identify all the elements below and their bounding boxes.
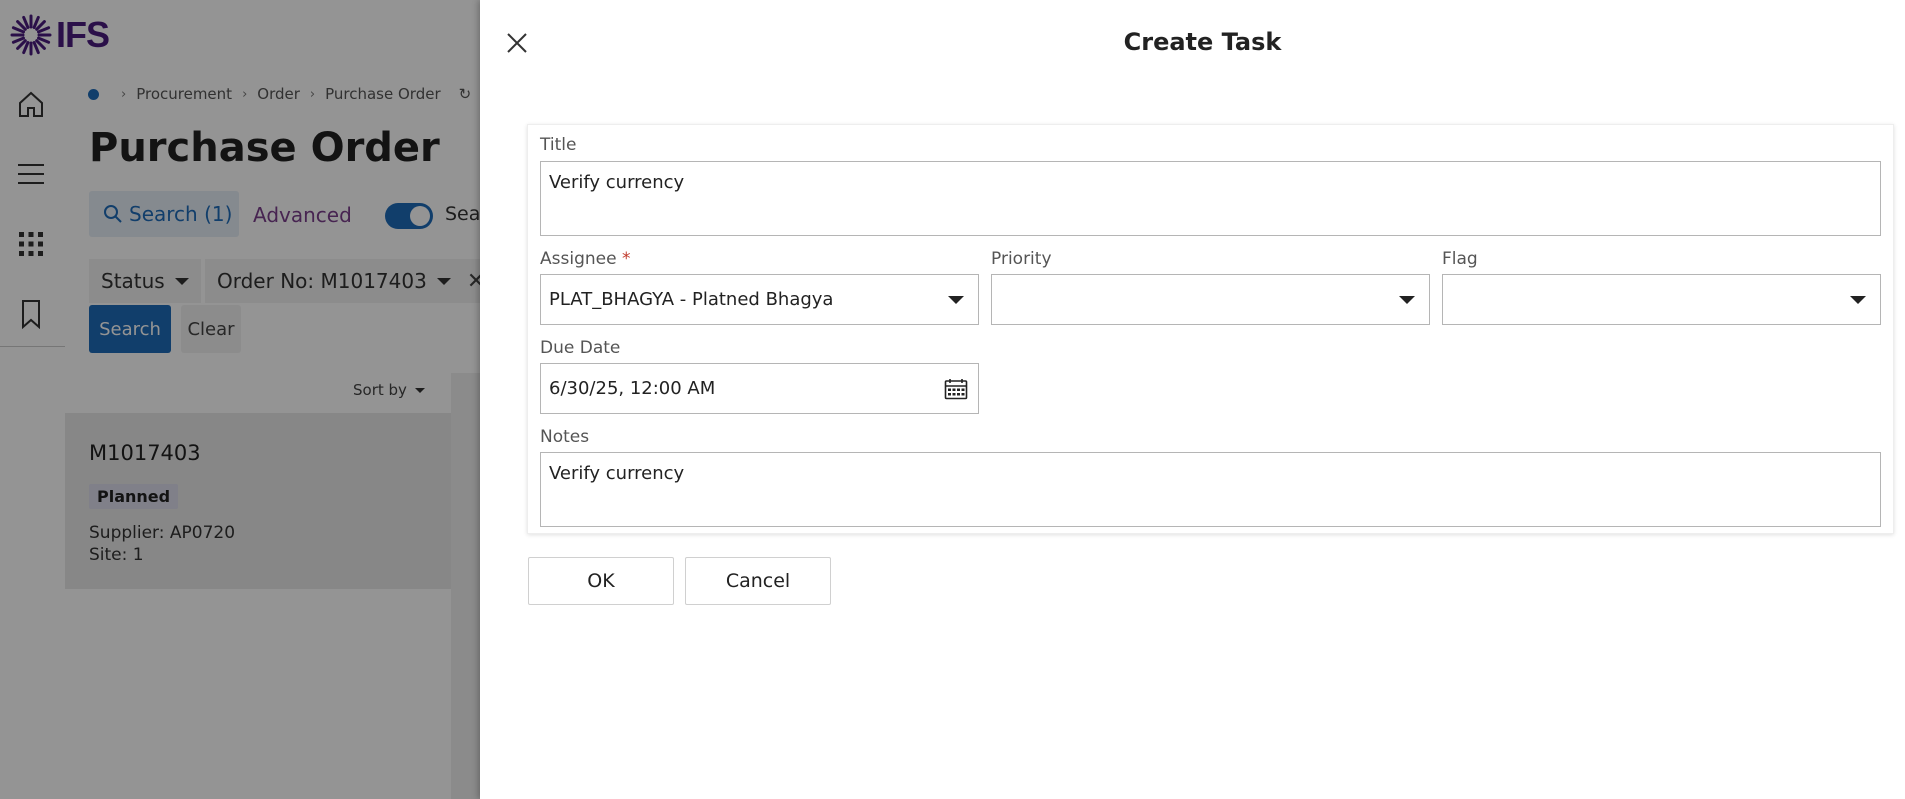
title-input-value: Verify currency [549,172,685,193]
assignee-dropdown[interactable]: PLAT_BHAGYA - Platned Bhagya [540,274,979,325]
create-task-dialog: Create Task Title Verify currency Assign… [480,0,1905,799]
caret-down-icon [1399,295,1415,304]
due-date-input[interactable]: 6/30/25, 12:00 AM [540,363,979,414]
dialog-title: Create Task [1123,28,1282,56]
flag-label: Flag [1442,249,1478,269]
modal-backdrop[interactable] [0,0,480,799]
due-date-value: 6/30/25, 12:00 AM [549,378,716,399]
notes-label: Notes [540,427,590,447]
ok-button[interactable]: OK [528,557,674,605]
caret-down-icon [1850,295,1866,304]
assignee-value: PLAT_BHAGYA - Platned Bhagya [549,289,834,310]
task-form: Title Verify currency Assignee * PLAT_BH… [527,124,1894,534]
notes-textarea[interactable]: Verify currency [540,452,1881,527]
caret-down-icon [948,295,964,304]
title-label: Title [540,135,577,155]
priority-label: Priority [991,249,1052,269]
notes-value: Verify currency [549,463,685,484]
assignee-label: Assignee * [540,249,630,269]
assignee-label-text: Assignee [540,249,617,269]
flag-dropdown[interactable] [1442,274,1881,325]
title-input[interactable]: Verify currency [540,161,1881,236]
required-marker: * [621,249,631,269]
due-date-label: Due Date [540,338,621,358]
priority-dropdown[interactable] [991,274,1430,325]
cancel-button[interactable]: Cancel [685,557,831,605]
calendar-icon[interactable] [944,378,968,400]
